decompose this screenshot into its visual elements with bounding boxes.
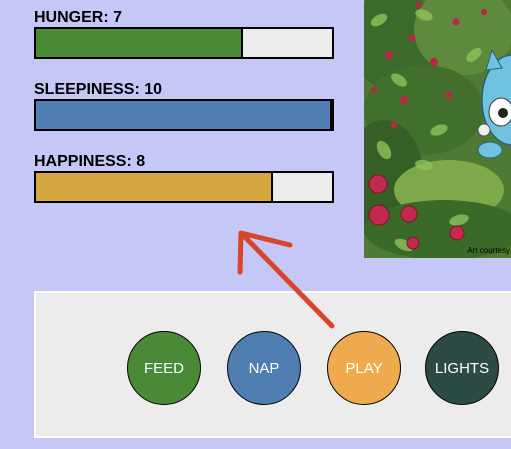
action-button-panel: FEED NAP PLAY LIGHTS xyxy=(34,291,511,438)
sleepiness-bar xyxy=(34,99,334,131)
hunger-label: HUNGER: 7 xyxy=(34,9,123,26)
sleepiness-label: SLEEPINESS: 10 xyxy=(34,81,163,98)
sleepiness-stat: SLEEPINESS: 10 xyxy=(34,80,334,131)
happiness-bar xyxy=(34,171,334,203)
feed-button[interactable]: FEED xyxy=(127,331,201,405)
pet-scene-image: Art courtesy xyxy=(364,0,511,258)
happiness-stat: HAPPINESS: 8 xyxy=(34,152,334,203)
sleepiness-bar-fill xyxy=(36,101,332,129)
pet-scene-artwork xyxy=(364,0,511,258)
hunger-bar xyxy=(34,27,334,59)
art-credit: Art courtesy xyxy=(467,246,510,255)
play-button[interactable]: PLAY xyxy=(327,331,401,405)
happiness-label: HAPPINESS: 8 xyxy=(34,153,146,170)
hunger-bar-fill xyxy=(36,29,244,57)
happiness-bar-fill xyxy=(36,173,273,201)
hunger-stat: HUNGER: 7 xyxy=(34,8,334,59)
nap-button[interactable]: NAP xyxy=(227,331,301,405)
lights-button[interactable]: LIGHTS xyxy=(425,331,499,405)
